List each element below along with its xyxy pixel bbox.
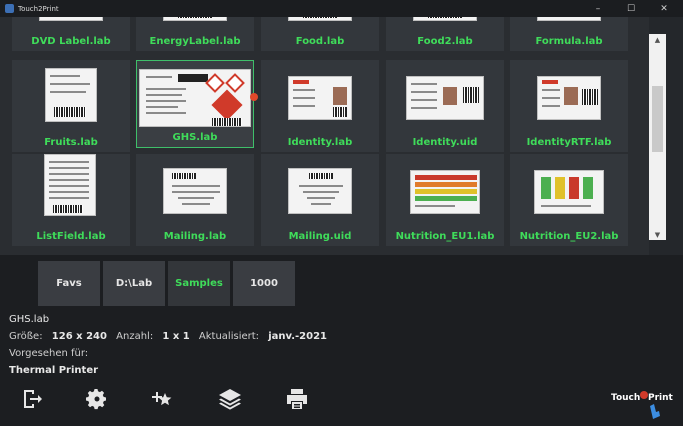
label-thumbnail — [45, 68, 97, 122]
app-window: Touch2Print – ☐ ✕ DVD Label.lab EnergyLa… — [0, 0, 683, 426]
exit-icon[interactable] — [19, 386, 45, 412]
label-thumbnail — [163, 168, 227, 214]
label-thumbnail — [288, 168, 352, 214]
label-thumbnail — [537, 76, 601, 120]
count-value: 1 x 1 — [162, 331, 190, 342]
label-tile-dvd[interactable]: DVD Label.lab — [12, 17, 130, 51]
file-properties: Größe: 126 x 240 Anzahl: 1 x 1 Aktualisi… — [9, 331, 327, 342]
close-button[interactable]: ✕ — [652, 0, 676, 17]
intended-for-label: Vorgesehen für: — [9, 348, 89, 359]
count-label: Anzahl: — [116, 331, 154, 342]
svg-text:Touch: Touch — [611, 393, 640, 403]
label-tile-energylabel[interactable]: EnergyLabel.lab — [136, 17, 254, 51]
size-value: 126 x 240 — [51, 331, 107, 342]
title-bar: Touch2Print – ☐ ✕ — [0, 0, 683, 17]
selected-filename: GHS.lab — [9, 314, 50, 325]
label-tile-identityrtf[interactable]: IdentityRTF.lab — [510, 60, 628, 152]
touch2print-logo: Touch Print — [610, 388, 674, 420]
label-filename: IdentityRTF.lab — [526, 137, 612, 148]
settings-gear-icon[interactable] — [84, 386, 110, 412]
label-tile-mailing[interactable]: Mailing.lab — [136, 154, 254, 246]
scroll-down-icon[interactable]: ▼ — [649, 229, 666, 240]
label-filename: Nutrition_EU2.lab — [519, 231, 619, 242]
tab-1000[interactable]: 1000 — [233, 261, 295, 306]
label-filename: Fruits.lab — [44, 137, 98, 148]
label-thumbnail — [406, 76, 484, 120]
scrollbar-thumb[interactable] — [652, 86, 663, 152]
app-icon — [5, 4, 14, 13]
printer-icon[interactable] — [284, 386, 310, 412]
selection-marker — [250, 93, 258, 101]
window-title: Touch2Print — [18, 4, 59, 13]
label-tile-food[interactable]: Food.lab — [261, 17, 379, 51]
label-tile-formula[interactable]: Formula.lab — [510, 17, 628, 51]
layers-icon[interactable] — [217, 386, 243, 412]
label-thumbnail — [39, 17, 103, 21]
updated-value: janv.-2021 — [268, 331, 327, 342]
label-filename: Mailing.uid — [288, 231, 352, 242]
label-tile-listfield[interactable]: ListField.lab — [12, 154, 130, 246]
label-gallery: DVD Label.lab EnergyLabel.lab Food.lab F… — [0, 17, 649, 255]
favorite-star-icon[interactable] — [150, 386, 176, 412]
label-tile-nutrition-eu1[interactable]: Nutrition_EU1.lab — [386, 154, 504, 246]
svg-text:Print: Print — [648, 393, 674, 403]
label-thumbnail — [288, 17, 352, 21]
gallery-scrollbar[interactable]: ▲ ▼ — [649, 34, 666, 240]
label-thumbnail — [534, 170, 604, 214]
label-filename: Nutrition_EU1.lab — [395, 231, 495, 242]
tab-favs[interactable]: Favs — [38, 261, 100, 306]
label-filename: Formula.lab — [535, 36, 603, 47]
label-tile-food2[interactable]: Food2.lab — [386, 17, 504, 51]
tab-d-lab[interactable]: D:\Lab — [103, 261, 165, 306]
label-thumbnail — [163, 17, 227, 21]
label-thumbnail — [288, 76, 352, 120]
label-tile-identity-uid[interactable]: Identity.uid — [386, 60, 504, 152]
label-filename: ListField.lab — [36, 231, 106, 242]
scroll-up-icon[interactable]: ▲ — [649, 34, 666, 45]
tab-samples[interactable]: Samples — [168, 261, 230, 306]
label-thumbnail — [537, 17, 601, 21]
label-filename: Identity.uid — [412, 137, 478, 148]
label-tile-fruits[interactable]: Fruits.lab — [12, 60, 130, 152]
printer-name: Thermal Printer — [9, 365, 99, 376]
updated-label: Aktualisiert: — [198, 331, 260, 342]
maximize-button[interactable]: ☐ — [619, 0, 643, 17]
label-thumbnail — [413, 17, 477, 21]
label-filename: Identity.lab — [287, 137, 353, 148]
label-filename: DVD Label.lab — [31, 36, 111, 47]
label-filename: EnergyLabel.lab — [149, 36, 241, 47]
minimize-button[interactable]: – — [586, 0, 610, 17]
label-filename: GHS.lab — [172, 132, 218, 143]
label-tile-nutrition-eu2[interactable]: Nutrition_EU2.lab — [510, 154, 628, 246]
label-tile-identity[interactable]: Identity.lab — [261, 60, 379, 152]
label-filename: Food.lab — [295, 36, 345, 47]
label-thumbnail — [44, 154, 96, 216]
label-filename: Food2.lab — [417, 36, 473, 47]
label-thumbnail — [139, 69, 251, 127]
size-label: Größe: — [9, 331, 43, 342]
label-thumbnail — [410, 170, 480, 214]
label-tile-mailing-uid[interactable]: Mailing.uid — [261, 154, 379, 246]
label-filename: Mailing.lab — [163, 231, 227, 242]
label-tile-ghs[interactable]: GHS.lab — [136, 60, 258, 148]
